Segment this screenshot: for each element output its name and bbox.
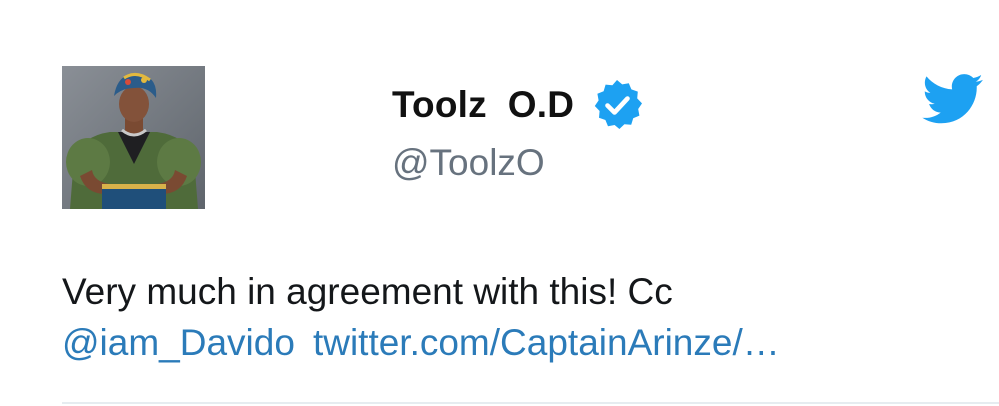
display-name-row: Toolz O.D [392, 79, 644, 129]
mention-link[interactable]: @iam_Davido [62, 322, 295, 363]
avatar[interactable] [62, 66, 205, 209]
twitter-bird-icon[interactable] [922, 74, 984, 124]
tweet-text: Very much in agreement with this! Cc [62, 271, 673, 312]
verified-badge-icon [590, 78, 644, 132]
tweet-body: Very much in agreement with this! Cc @ia… [62, 266, 962, 368]
avatar-image [62, 66, 205, 209]
display-name[interactable]: Toolz O.D [392, 86, 574, 123]
user-handle[interactable]: @ToolzO [392, 144, 545, 181]
divider [62, 402, 999, 404]
tweet-links-line: @iam_Davido twitter.com/CaptainArinze/… [62, 317, 962, 368]
quoted-tweet-link[interactable]: twitter.com/CaptainArinze/… [313, 322, 780, 363]
tweet-card: Toolz O.D @ToolzO Very much in agreement… [0, 0, 999, 406]
